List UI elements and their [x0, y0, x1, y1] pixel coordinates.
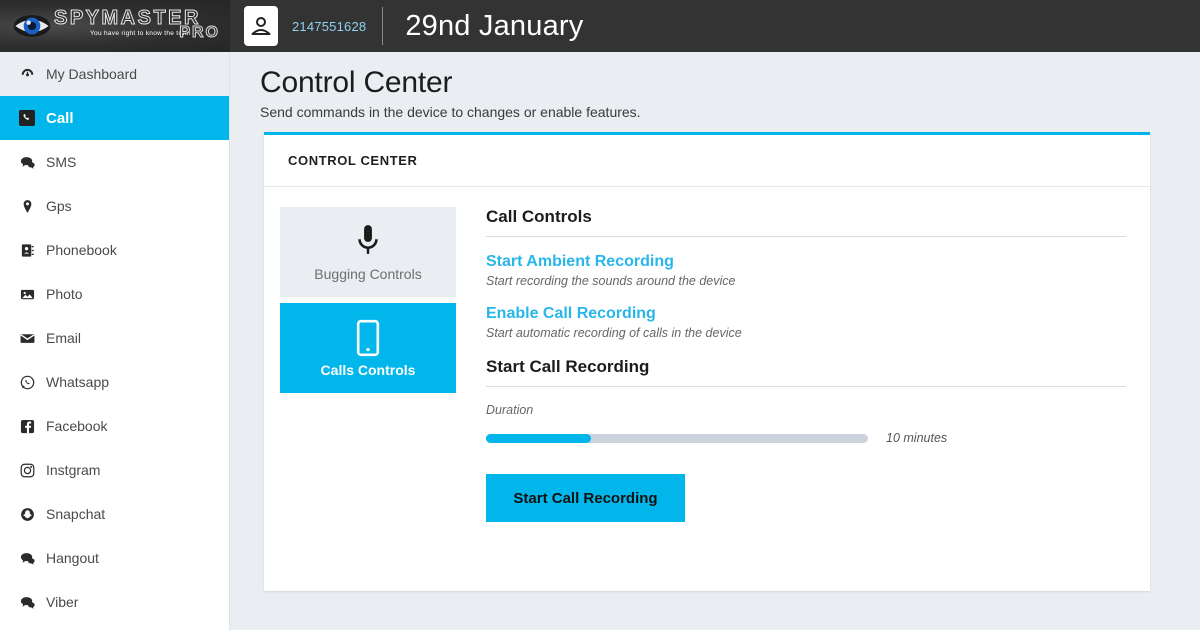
start-call-recording-button[interactable]: Start Call Recording — [486, 474, 685, 522]
sidebar-item-call[interactable]: Call — [0, 96, 229, 140]
sidebar-item-hangout[interactable]: Hangout — [0, 536, 229, 580]
microphone-icon — [354, 222, 382, 262]
command-link[interactable]: Start Ambient Recording — [486, 253, 1126, 271]
facebook-icon — [16, 419, 38, 434]
account-block[interactable]: 2147551628 — [244, 6, 366, 46]
command-description: Start recording the sounds around the de… — [486, 274, 736, 288]
section-title-call-controls: Call Controls — [486, 207, 592, 226]
panel-header-title: CONTROL CENTER — [264, 135, 1150, 187]
sidebar-item-snapchat[interactable]: Snapchat — [0, 492, 229, 536]
control-tabs: Bugging Controls Calls Controls — [280, 207, 456, 522]
duration-slider-fill — [486, 433, 592, 443]
sidebar-item-my-dashboard[interactable]: My Dashboard — [0, 52, 229, 96]
chat-bubbles-icon — [16, 551, 38, 566]
sidebar-item-label: Phonebook — [46, 242, 117, 258]
eye-logo-icon — [12, 9, 52, 43]
contact-person-icon — [244, 6, 278, 46]
sidebar-item-label: Hangout — [46, 550, 99, 566]
whatsapp-icon — [16, 375, 38, 390]
sidebar-item-email[interactable]: Email — [0, 316, 229, 360]
sidebar-item-instgram[interactable]: Instgram — [0, 448, 229, 492]
section-divider — [486, 236, 1126, 237]
page-title: Control Center — [260, 66, 453, 99]
sidebar-item-label: Snapchat — [46, 506, 106, 522]
image-icon — [16, 287, 38, 302]
sidebar-item-label: My Dashboard — [46, 66, 138, 82]
sidebar-item-label: Photo — [46, 286, 83, 302]
snapchat-icon — [16, 507, 38, 522]
sidebar-item-label: SMS — [46, 154, 77, 170]
map-pin-icon — [16, 199, 38, 214]
sidebar-item-label: Email — [46, 330, 82, 346]
logo-pro-mark: PRO — [179, 24, 220, 42]
instagram-icon — [16, 463, 38, 478]
dashboard-icon — [16, 67, 38, 82]
duration-label: Duration — [486, 403, 534, 417]
command-link[interactable]: Enable Call Recording — [486, 305, 1126, 323]
sidebar-item-facebook[interactable]: Facebook — [0, 404, 229, 448]
panel-body: Bugging Controls Calls Controls Call Con… — [264, 187, 1150, 522]
duration-value: 10 minutes — [886, 431, 948, 445]
sidebar-item-label: Whatsapp — [46, 374, 110, 390]
sidebar-navigation: My Dashboard Call SMS Gps Phonebook Phot… — [0, 52, 230, 630]
sidebar-item-whatsapp[interactable]: Whatsapp — [0, 360, 229, 404]
sidebar-item-phonebook[interactable]: Phonebook — [0, 228, 229, 272]
duration-slider-row: 10 minutes — [486, 431, 1126, 445]
section-title-start-call-recording: Start Call Recording — [486, 357, 650, 376]
command-start-ambient-recording: Start Ambient Recording Start recording … — [486, 253, 1126, 288]
sidebar-item-gps[interactable]: Gps — [0, 184, 229, 228]
top-header-bar: SPYMASTER You have right to know the tru… — [0, 0, 1200, 52]
chat-bubbles-icon — [16, 155, 38, 170]
tab-label: Bugging Controls — [314, 266, 422, 282]
brand-logo[interactable]: SPYMASTER You have right to know the tru… — [0, 0, 230, 52]
tab-calls-controls[interactable]: Calls Controls — [280, 303, 456, 393]
sidebar-item-photo[interactable]: Photo — [0, 272, 229, 316]
command-enable-call-recording: Enable Call Recording Start automatic re… — [486, 305, 1126, 340]
sidebar-item-label: Instgram — [46, 462, 101, 478]
main-content-area: Control Center Send commands in the devi… — [230, 52, 1200, 630]
account-phone-number: 2147551628 — [292, 18, 367, 34]
sidebar-item-viber[interactable]: Viber — [0, 580, 229, 624]
address-book-icon — [16, 243, 38, 258]
control-center-panel: CONTROL CENTER Bugging Controls Calls Co… — [264, 132, 1150, 591]
sidebar-item-label: Gps — [46, 198, 72, 214]
control-content: Call Controls Start Ambient Recording St… — [456, 207, 1126, 522]
header-date-label: 29nd January — [405, 9, 584, 42]
page-subtitle: Send commands in the device to changes o… — [260, 104, 641, 120]
tab-label: Calls Controls — [320, 362, 416, 378]
command-description: Start automatic recording of calls in th… — [486, 326, 742, 340]
mobile-phone-icon — [356, 318, 380, 358]
phone-icon — [16, 110, 38, 126]
tab-bugging-controls[interactable]: Bugging Controls — [280, 207, 456, 297]
section-divider — [486, 386, 1126, 387]
duration-slider[interactable] — [486, 433, 868, 443]
sidebar-item-sms[interactable]: SMS — [0, 140, 229, 184]
envelope-icon — [16, 331, 38, 346]
sidebar-item-label: Call — [46, 109, 74, 127]
header-divider — [382, 7, 384, 45]
logo-tagline: You have right to know the truth — [90, 30, 191, 37]
chat-bubbles-icon — [16, 595, 38, 610]
sidebar-item-label: Facebook — [46, 418, 108, 434]
sidebar-item-label: Viber — [46, 594, 79, 610]
